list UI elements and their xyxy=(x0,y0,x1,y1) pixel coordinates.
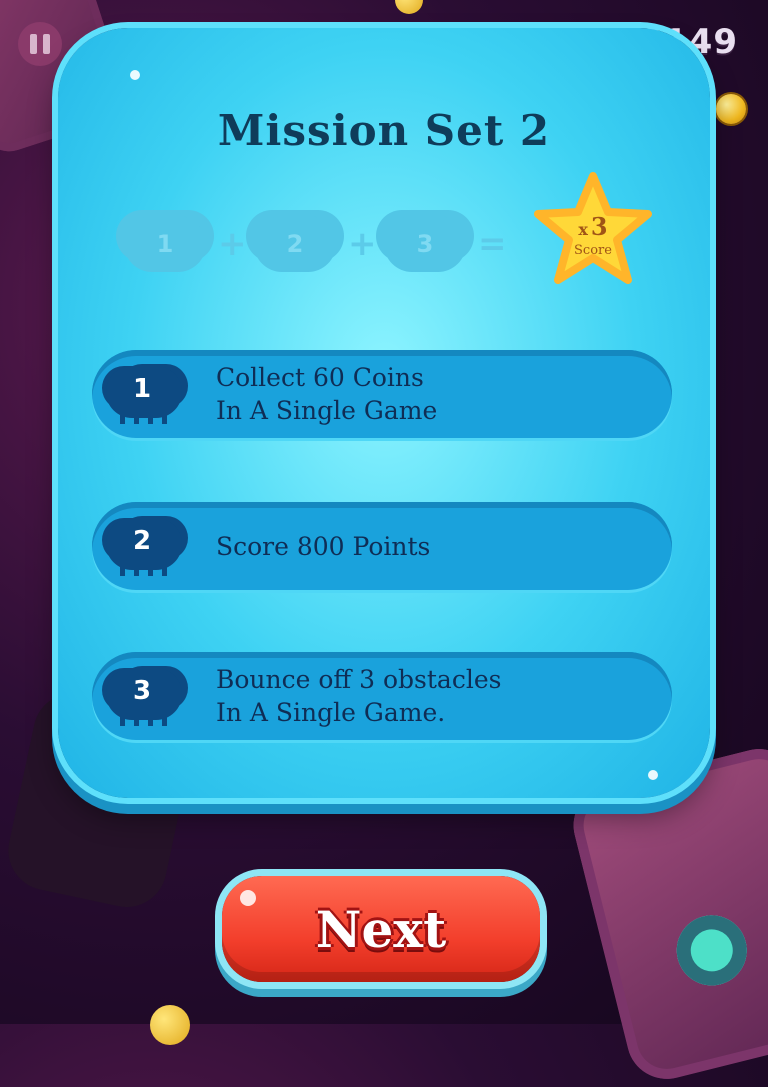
panel-highlight xyxy=(130,70,140,80)
background-coin xyxy=(150,1005,190,1045)
mission-text-line2: In A Single Game xyxy=(216,396,438,425)
mission-number: 3 xyxy=(132,676,152,706)
dialog-title: Mission Set 2 xyxy=(217,106,551,155)
background-coin xyxy=(395,0,423,14)
mission-combo-row: 1 + 2 + 3 = xyxy=(124,216,507,272)
next-button-label: Next xyxy=(315,899,447,959)
mission-number: 2 xyxy=(132,526,152,556)
sheep-icon: 3 xyxy=(102,662,182,726)
mission-text-line2: In A Single Game. xyxy=(216,698,446,727)
sheep-icon: 1 xyxy=(102,360,182,424)
plus-sign: + xyxy=(348,224,377,264)
mission-row: 3 Bounce off 3 obstacles In A Single Gam… xyxy=(92,652,672,740)
mission-dialog: Mission Set 2 1 + 2 + 3 = x3 Score 1 Col… xyxy=(58,28,710,798)
multiplier-value: 3 xyxy=(590,212,608,241)
next-button[interactable]: Next xyxy=(222,876,540,982)
mission-text-line1: Collect 60 Coins xyxy=(216,363,424,392)
ghost-sheep-number: 2 xyxy=(286,230,304,258)
pause-icon xyxy=(30,34,37,54)
panel-highlight xyxy=(648,770,658,780)
coin-icon xyxy=(716,94,746,124)
multiplier-label: Score xyxy=(574,243,612,258)
pause-button[interactable] xyxy=(18,22,62,66)
stone-creature-eye xyxy=(669,907,755,993)
equals-sign: = xyxy=(478,224,507,264)
plus-sign: + xyxy=(218,224,247,264)
mission-number: 1 xyxy=(132,374,152,404)
mission-row: 1 Collect 60 Coins In A Single Game xyxy=(92,350,672,438)
ghost-sheep-number: 3 xyxy=(416,230,434,258)
multiplier-prefix: x xyxy=(578,220,588,239)
ghost-sheep-number: 1 xyxy=(156,230,174,258)
button-highlight xyxy=(240,890,256,906)
ghost-sheep-icon: 2 xyxy=(254,216,336,272)
mission-text-line1: Bounce off 3 obstacles xyxy=(216,665,502,694)
mission-row: 2 Score 800 Points xyxy=(92,502,672,590)
pause-icon xyxy=(43,34,50,54)
mission-text-line1: Score 800 Points xyxy=(216,531,431,561)
ghost-sheep-icon: 1 xyxy=(124,216,206,272)
ghost-sheep-icon: 3 xyxy=(384,216,466,272)
sheep-icon: 2 xyxy=(102,512,182,576)
score-multiplier-star: x3 Score xyxy=(528,168,658,298)
